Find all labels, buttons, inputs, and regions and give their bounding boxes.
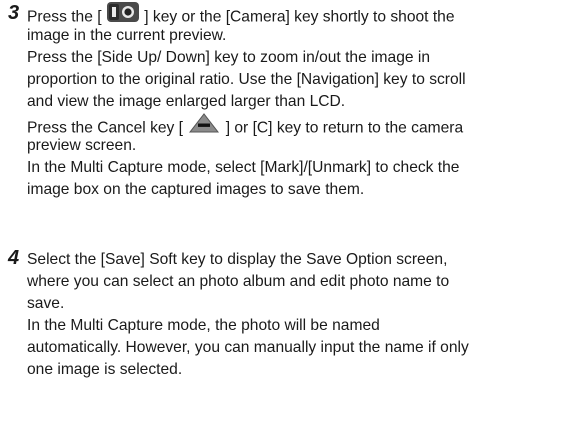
cancel-key-icon — [187, 111, 221, 142]
step-3-line-5: and view the image enlarged larger than … — [27, 93, 346, 110]
step-3-line-1-post: ] key or the [Camera] key shortly to sho… — [144, 8, 455, 26]
step-3-line-7: preview screen. — [27, 137, 137, 154]
step-3-line-8: In the Multi Capture mode, select [Mark]… — [27, 159, 460, 176]
step-4-line-2: where you can select an photo album and … — [27, 273, 450, 290]
step-3-line-3: Press the [Side Up/ Down] key to zoom in… — [27, 49, 431, 66]
step-3-line-1-pre: Press the [ — [27, 8, 102, 26]
step-4-line-4: In the Multi Capture mode, the photo wil… — [27, 317, 380, 334]
step-4-line-3: save. — [27, 295, 65, 312]
step-3-line-9: image box on the captured images to save… — [27, 181, 365, 198]
step-4-line-1: Select the [Save] Soft key to display th… — [27, 251, 448, 268]
step-4-line-5: automatically. However, you can manually… — [27, 339, 469, 356]
step-number-3: 3 — [8, 2, 20, 24]
step-3-line-6-post: ] or [C] key to return to the camera — [225, 119, 464, 137]
step-3-line-4: proportion to the original ratio. Use th… — [27, 71, 466, 88]
step-4-line-6: one image is selected. — [27, 361, 183, 378]
step-number-4: 4 — [8, 247, 20, 269]
step-3-line-2: image in the current preview. — [27, 27, 227, 44]
